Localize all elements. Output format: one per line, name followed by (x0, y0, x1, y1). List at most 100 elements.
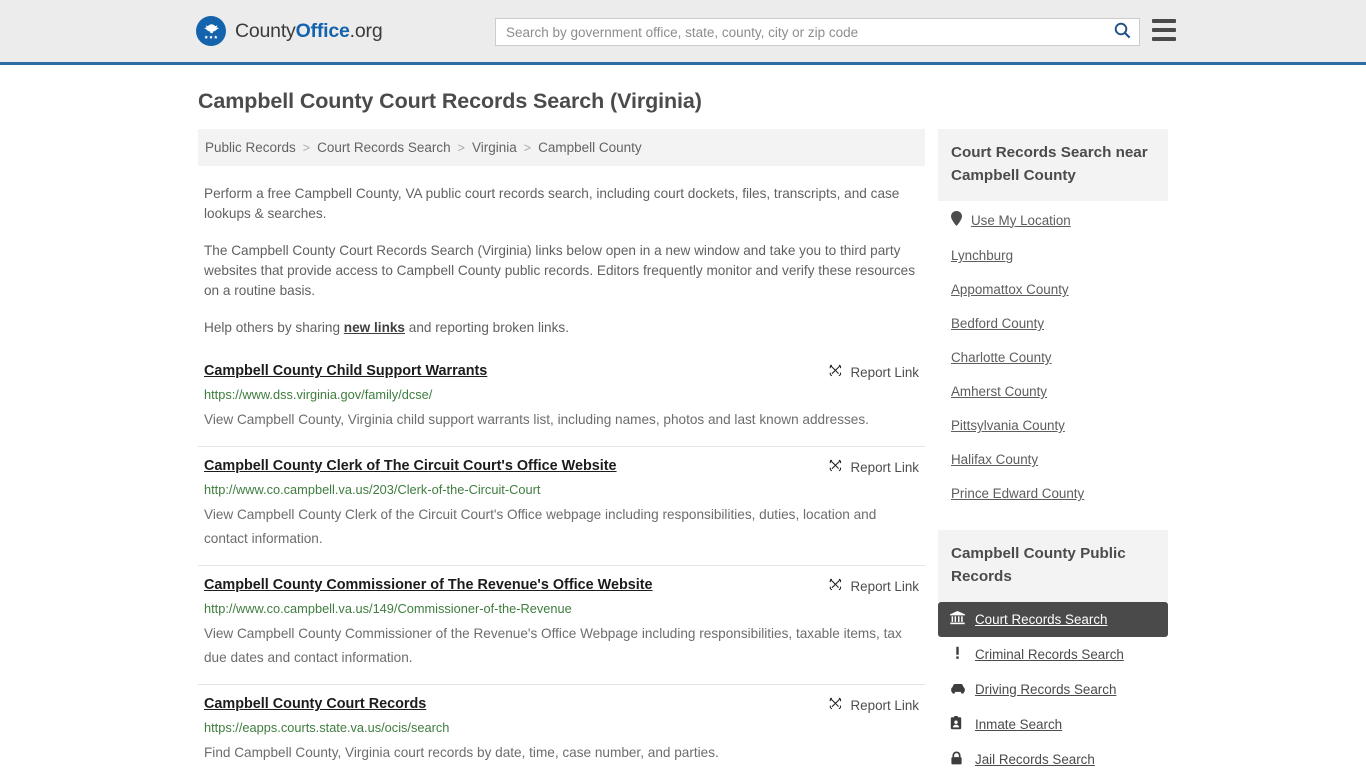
sidebar: Court Records Search near Campbell Count… (938, 129, 1168, 777)
sidebar-item-appomattox-county[interactable]: Appomattox County (938, 272, 1168, 306)
intro-section: Perform a free Campbell County, VA publi… (198, 184, 925, 338)
id-badge-icon (950, 716, 965, 733)
result-item: Campbell County Child Support Warrants R… (198, 358, 925, 446)
result-url[interactable]: https://www.dss.virginia.gov/family/dcse… (204, 387, 919, 403)
intro-paragraph-2: The Campbell County Court Records Search… (204, 243, 915, 298)
sidebar-item-driving-records-search[interactable]: Driving Records Search (938, 672, 1168, 707)
search-button[interactable] (1105, 19, 1139, 45)
sidebar-item-halifax-county[interactable]: Halifax County (938, 442, 1168, 476)
search-input[interactable] (496, 19, 1105, 45)
sidebar-item-label: Pittsylvania County (951, 418, 1065, 433)
breadcrumb-item-virginia[interactable]: Virginia (472, 140, 517, 155)
sidebar-item-label: Halifax County (951, 452, 1039, 467)
report-link-label: Report Link (850, 459, 919, 475)
result-header: Campbell County Court Records Report Lin… (204, 695, 919, 714)
intro-text-before-link: Help others by sharing (204, 320, 344, 335)
result-item: Campbell County Clerk of The Circuit Cou… (198, 446, 925, 565)
sidebar-item-court-records-search[interactable]: Court Records Search (938, 602, 1168, 637)
sidebar-item-prince-edward-county[interactable]: Prince Edward County (938, 476, 1168, 510)
brand-text-org: .org (349, 19, 383, 42)
breadcrumb: Public Records > Court Records Search > … (198, 129, 925, 166)
site-logo-link[interactable]: CountyOffice.org (196, 16, 383, 46)
nearby-locations-list: Use My Location Lynchburg Appomattox Cou… (938, 201, 1168, 510)
result-url[interactable]: http://www.co.campbell.va.us/203/Clerk-o… (204, 482, 919, 498)
exclamation-icon (950, 646, 965, 663)
report-link-button[interactable]: Report Link (828, 362, 919, 381)
intro-paragraph-3: Help others by sharing new links and rep… (204, 318, 919, 338)
result-title-link[interactable]: Campbell County Clerk of The Circuit Cou… (204, 457, 617, 476)
sidebar-item-pittsylvania-county[interactable]: Pittsylvania County (938, 408, 1168, 442)
list-item: Charlotte County (938, 340, 1168, 374)
records-panel-title: Campbell County Public Records (938, 530, 1168, 602)
hamburger-menu-icon[interactable] (1152, 19, 1176, 41)
sidebar-item-label: Use My Location (971, 212, 1071, 228)
report-link-label: Report Link (850, 578, 919, 594)
hamburger-bar (1152, 37, 1176, 41)
car-icon (950, 681, 965, 698)
breadcrumb-separator: > (457, 140, 465, 155)
sidebar-item-jail-records-search[interactable]: Jail Records Search (938, 742, 1168, 777)
brand-text-county: County (235, 19, 296, 42)
list-item: Criminal Records Search (938, 637, 1168, 672)
sidebar-item-label: Charlotte County (951, 350, 1052, 365)
report-link-button[interactable]: Report Link (828, 576, 919, 595)
hamburger-bar (1152, 28, 1176, 32)
list-item: Halifax County (938, 442, 1168, 476)
sidebar-item-label: Inmate Search (975, 717, 1063, 732)
result-title-link[interactable]: Campbell County Child Support Warrants (204, 362, 487, 381)
eagle-stars-logo-icon (196, 16, 226, 46)
list-item: Amherst County (938, 374, 1168, 408)
result-description: View Campbell County Commissioner of the… (204, 626, 902, 665)
sidebar-item-charlotte-county[interactable]: Charlotte County (938, 340, 1168, 374)
breadcrumb-separator: > (302, 140, 311, 155)
result-header: Campbell County Commissioner of The Reve… (204, 576, 919, 595)
sidebar-item-label: Driving Records Search (975, 682, 1117, 697)
breadcrumb-item-public-records[interactable]: Public Records (205, 140, 296, 155)
brand-text-office: Office (295, 19, 350, 42)
sidebar-item-label: Court Records Search (975, 612, 1108, 627)
sidebar-item-criminal-records-search[interactable]: Criminal Records Search (938, 637, 1168, 672)
sidebar-item-label: Amherst County (951, 384, 1048, 399)
result-description: View Campbell County Clerk of the Circui… (204, 507, 877, 546)
breadcrumb-separator: > (523, 140, 532, 155)
public-records-list: Court Records Search Criminal Records Se… (938, 602, 1168, 777)
courthouse-icon (950, 611, 965, 628)
sidebar-item-label: Appomattox County (951, 282, 1069, 297)
list-item: Lynchburg (938, 238, 1168, 272)
sidebar-item-amherst-county[interactable]: Amherst County (938, 374, 1168, 408)
search-bar (495, 18, 1140, 46)
result-url[interactable]: https://eapps.courts.state.va.us/ocis/se… (204, 720, 919, 736)
broken-link-icon (828, 696, 843, 714)
sidebar-item-label: Jail Records Search (975, 752, 1095, 767)
sidebar-item-use-my-location[interactable]: Use My Location (938, 201, 1168, 238)
intro-paragraph-1: Perform a free Campbell County, VA publi… (204, 186, 900, 221)
list-item: Appomattox County (938, 272, 1168, 306)
results-list: Campbell County Child Support Warrants R… (198, 358, 925, 779)
sidebar-item-label: Criminal Records Search (975, 647, 1124, 662)
list-item: Prince Edward County (938, 476, 1168, 510)
result-title-link[interactable]: Campbell County Commissioner of The Reve… (204, 576, 653, 595)
result-item: Campbell County Court Records Report Lin… (198, 684, 925, 779)
new-links-link[interactable]: new links (344, 320, 405, 335)
broken-link-icon (828, 363, 843, 381)
list-item: Court Records Search (938, 602, 1168, 637)
report-link-label: Report Link (850, 697, 919, 713)
sidebar-item-bedford-county[interactable]: Bedford County (938, 306, 1168, 340)
breadcrumb-item-court-records-search[interactable]: Court Records Search (317, 140, 451, 155)
list-item: Inmate Search (938, 707, 1168, 742)
sidebar-item-inmate-search[interactable]: Inmate Search (938, 707, 1168, 742)
sidebar-item-label: Lynchburg (951, 248, 1014, 263)
result-description: View Campbell County, Virginia child sup… (204, 412, 869, 427)
list-item: Use My Location (938, 201, 1168, 238)
sidebar-item-lynchburg[interactable]: Lynchburg (938, 238, 1168, 272)
sidebar-item-label: Bedford County (951, 316, 1045, 331)
report-link-label: Report Link (850, 364, 919, 380)
report-link-button[interactable]: Report Link (828, 695, 919, 714)
list-item: Bedford County (938, 306, 1168, 340)
result-url[interactable]: http://www.co.campbell.va.us/149/Commiss… (204, 601, 919, 617)
lock-icon (950, 751, 965, 768)
report-link-button[interactable]: Report Link (828, 457, 919, 476)
result-title-link[interactable]: Campbell County Court Records (204, 695, 426, 714)
content-columns: Public Records > Court Records Search > … (198, 129, 1366, 779)
search-icon (1114, 22, 1131, 42)
